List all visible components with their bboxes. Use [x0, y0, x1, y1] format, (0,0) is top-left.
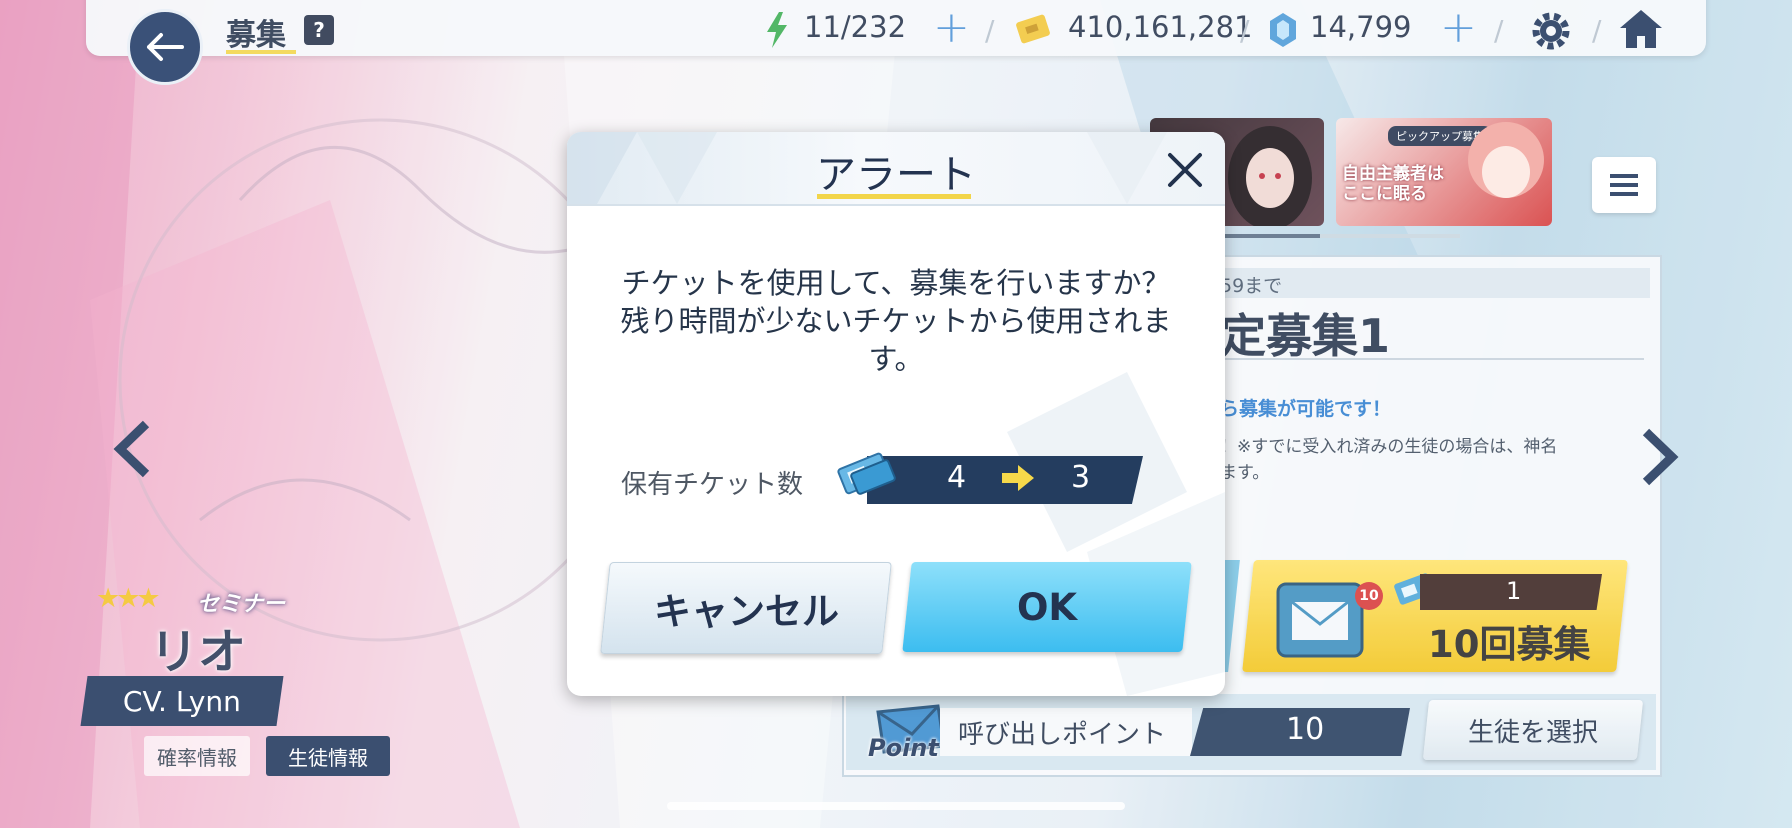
- alert-dialog: アラート チケットを使用して、募集を行いますか？ 残り時間が少ないチケットから使…: [567, 132, 1225, 696]
- ok-button-label: OK: [1016, 585, 1078, 629]
- close-icon[interactable]: [1165, 150, 1205, 190]
- dialog-title-underline: [817, 194, 971, 199]
- message-line-1: チケットを使用して、募集を行いますか？: [621, 266, 1171, 300]
- ticket-count-before: 4: [947, 460, 967, 495]
- dialog-header: アラート: [567, 132, 1225, 206]
- ticket-icon: [837, 452, 896, 495]
- arrow-right-icon: [1002, 465, 1034, 491]
- dialog-title: アラート: [816, 152, 976, 198]
- message-line-2: 残り時間が少ないチケットから使用されま: [620, 304, 1172, 338]
- cancel-button-label: キャンセル: [653, 590, 839, 633]
- home-indicator[interactable]: [667, 802, 1125, 810]
- ok-button[interactable]: OK: [902, 562, 1192, 652]
- cancel-button[interactable]: キャンセル: [600, 562, 892, 654]
- ticket-count-label: 保有チケット数: [621, 470, 804, 500]
- dialog-message: チケットを使用して、募集を行いますか？ 残り時間が少ないチケットから使用されま …: [587, 264, 1205, 378]
- ticket-count-after: 3: [1071, 460, 1091, 495]
